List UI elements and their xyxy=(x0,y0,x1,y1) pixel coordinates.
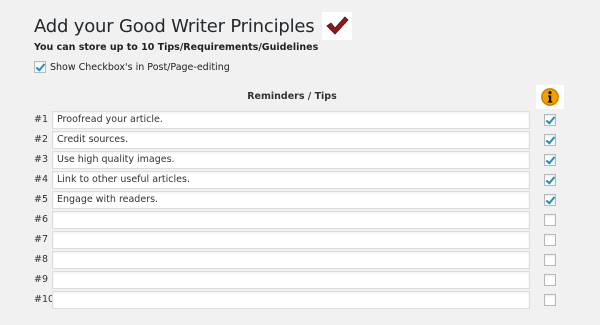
tip-text-input[interactable]: Use high quality images. xyxy=(52,151,530,169)
tip-row-number: #2 xyxy=(34,134,49,145)
info-icon[interactable] xyxy=(536,85,564,109)
tip-show-checkbox[interactable] xyxy=(544,154,556,166)
tip-row: #10 xyxy=(34,290,564,310)
tip-row: #8 xyxy=(34,250,564,270)
checkmark-icon xyxy=(322,12,353,40)
tip-text-input[interactable]: Proofread your article. xyxy=(52,111,530,129)
tip-show-checkbox[interactable] xyxy=(544,234,556,246)
tip-text-input[interactable]: Credit sources. xyxy=(52,131,530,149)
tips-list: #1 Proofread your article. #2 Credit source… xyxy=(34,110,564,310)
tip-text-input[interactable] xyxy=(52,251,530,269)
table-header: Reminders / Tips xyxy=(247,91,337,102)
tip-row-number: #9 xyxy=(34,274,49,285)
tip-show-checkbox[interactable] xyxy=(544,214,556,226)
tip-text-input[interactable]: Engage with readers. xyxy=(52,191,530,209)
tip-row-number: #3 xyxy=(34,154,49,165)
show-checkbox[interactable] xyxy=(34,61,46,73)
tip-text-input[interactable] xyxy=(52,231,530,249)
page-title: Add your Good Writer Principles xyxy=(34,15,315,37)
tip-row: #5 Engage with readers. xyxy=(34,190,564,210)
tip-show-checkbox[interactable] xyxy=(544,274,556,286)
tip-text-input[interactable] xyxy=(52,211,530,229)
tip-row: #6 xyxy=(34,210,564,230)
tip-text-input[interactable] xyxy=(52,291,530,309)
tip-row: #4 Link to other useful articles. xyxy=(34,170,564,190)
tip-row: #7 xyxy=(34,230,564,250)
subtitle: You can store up to 10 Tips/Requirements… xyxy=(34,42,319,53)
tip-show-checkbox[interactable] xyxy=(544,254,556,266)
tip-row-number: #8 xyxy=(34,254,49,265)
tip-row: #3 Use high quality images. xyxy=(34,150,564,170)
tip-text-input[interactable]: Link to other useful articles. xyxy=(52,171,530,189)
tip-row-number: #4 xyxy=(34,174,49,185)
tip-row: #1 Proofread your article. xyxy=(34,110,564,130)
tip-show-checkbox[interactable] xyxy=(544,194,556,206)
tip-text-input[interactable] xyxy=(52,271,530,289)
tip-row-number: #7 xyxy=(34,234,49,245)
tip-row-number: #10 xyxy=(34,294,55,305)
tip-row-number: #6 xyxy=(34,214,49,225)
tip-row: #9 xyxy=(34,270,564,290)
tip-show-checkbox[interactable] xyxy=(544,294,556,306)
title-row: Add your Good Writer Principles xyxy=(34,12,353,40)
tip-show-checkbox[interactable] xyxy=(544,114,556,126)
show-checkbox-row[interactable]: Show Checkbox's in Post/Page-editing xyxy=(34,60,230,74)
tip-show-checkbox[interactable] xyxy=(544,134,556,146)
show-checkbox-label: Show Checkbox's in Post/Page-editing xyxy=(50,61,230,73)
tip-row: #2 Credit sources. xyxy=(34,130,564,150)
tip-row-number: #1 xyxy=(34,114,49,125)
tip-show-checkbox[interactable] xyxy=(544,174,556,186)
tip-row-number: #5 xyxy=(34,194,49,205)
